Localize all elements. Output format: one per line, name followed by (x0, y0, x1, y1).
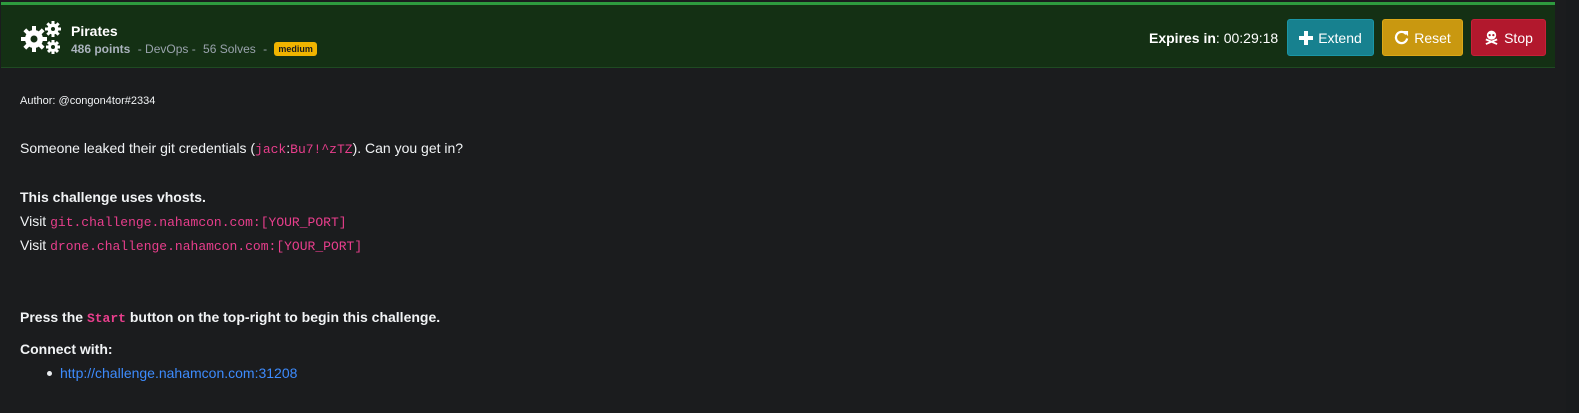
points-value: 486 points (71, 42, 131, 56)
visit-label: Visit (20, 237, 47, 253)
leak-password: Bu7!^zTZ (290, 142, 353, 157)
extend-label: Extend (1318, 29, 1362, 46)
leak-prefix: Someone leaked their git credentials ( (20, 140, 256, 156)
skull-crossbones-icon (1485, 30, 1498, 45)
vhost-line-drone: Visit drone.challenge.nahamcon.com:[YOUR… (20, 237, 362, 254)
connect-link[interactable]: http://challenge.nahamcon.com:31208 (60, 365, 297, 381)
press-suffix: button on the top-right to begin this ch… (125, 309, 441, 325)
challenge-title: Pirates (71, 23, 118, 39)
start-instruction: Press the Start button on the top-right … (20, 309, 440, 326)
expires-label: Expires in (1149, 30, 1216, 46)
connect-list-item: http://challenge.nahamcon.com:31208 (60, 365, 297, 381)
challenge-meta: 486 points - DevOps - 56 Solves - medium (71, 42, 317, 56)
stop-button[interactable]: Stop (1471, 19, 1546, 56)
challenge-card: Pirates 486 points - DevOps - 56 Solves … (0, 0, 1566, 413)
vhost-line-git: Visit git.challenge.nahamcon.com:[YOUR_P… (20, 213, 347, 230)
plus-icon (1299, 30, 1314, 45)
leak-suffix: ). Can you get in? (352, 140, 464, 156)
solves-count: 56 Solves (203, 42, 256, 56)
reset-label: Reset (1414, 29, 1451, 46)
press-prefix: Press the (20, 309, 87, 325)
gears-icon (21, 21, 61, 54)
list-bullet (47, 371, 52, 376)
challenge-header: Pirates 486 points - DevOps - 56 Solves … (1, 2, 1555, 68)
expires-value: : 00:29:18 (1215, 30, 1279, 46)
stop-label: Stop (1504, 29, 1533, 46)
start-code: Start (86, 311, 126, 326)
drone-vhost: drone.challenge.nahamcon.com:[YOUR_PORT] (50, 239, 363, 254)
reset-button[interactable]: Reset (1382, 19, 1463, 56)
author-text: Author: @congon4tor#2334 (20, 95, 156, 107)
leak-username: jack (255, 142, 287, 157)
category-text: - DevOps - (134, 42, 200, 56)
credentials-line: Someone leaked their git credentials (ja… (20, 140, 463, 157)
meta-separator: - (259, 42, 271, 56)
visit-label: Visit (20, 213, 47, 229)
redo-icon (1395, 30, 1409, 45)
extend-button[interactable]: Extend (1287, 19, 1374, 56)
vhost-heading: This challenge uses vhosts. (20, 189, 206, 205)
connect-label: Connect with: (20, 341, 113, 357)
git-vhost: git.challenge.nahamcon.com:[YOUR_PORT] (50, 215, 347, 230)
expiry-timer: Expires in: 00:29:18 (1149, 30, 1278, 46)
difficulty-badge: medium (274, 42, 317, 56)
